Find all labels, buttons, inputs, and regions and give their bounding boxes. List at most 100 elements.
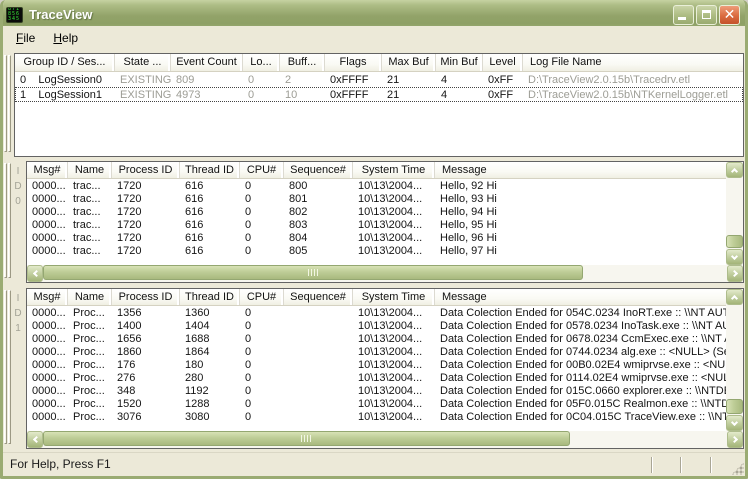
table-row[interactable]: 1 LogSession1EXISTING49730100xFFFF2140xF… bbox=[15, 87, 743, 102]
table-row[interactable]: 0000...trac...1720616080210\13\2004...He… bbox=[27, 205, 726, 218]
sessions-table-header: Group ID / Ses...State ...Event CountLo.… bbox=[15, 54, 743, 72]
horizontal-scrollbar[interactable] bbox=[27, 265, 743, 282]
column-header-max-buf[interactable]: Max Buf bbox=[382, 54, 436, 71]
minimize-icon bbox=[678, 17, 686, 20]
traceview-window: 871 856 345 TraceView ✕ File Help Group … bbox=[0, 0, 748, 479]
app-icon-row: 345 bbox=[8, 17, 22, 22]
thumb-grip-icon bbox=[301, 435, 312, 442]
column-header-flags[interactable]: Flags bbox=[325, 54, 382, 71]
column-header-process-id[interactable]: Process ID bbox=[112, 289, 180, 305]
vertical-scrollbar[interactable] bbox=[726, 162, 743, 265]
table-row[interactable]: 0000...trac...1720616080510\13\2004...He… bbox=[27, 244, 726, 257]
column-header-sequence[interactable]: Sequence# bbox=[284, 162, 353, 178]
table-row[interactable]: 0000...Proc...3481192010\13\2004...Data … bbox=[27, 384, 726, 397]
table-row[interactable]: 0000...Proc...14001404010\13\2004...Data… bbox=[27, 319, 726, 332]
column-header-lo[interactable]: Lo... bbox=[243, 54, 280, 71]
cell-system-time: 10\13\2004... bbox=[353, 180, 435, 192]
cell-system-time: 10\13\2004... bbox=[353, 320, 435, 332]
column-header-log-file-name[interactable]: Log File Name bbox=[523, 54, 743, 71]
caption-char: 1 bbox=[15, 321, 21, 336]
scroll-down-button[interactable] bbox=[726, 415, 743, 431]
column-header-thread-id[interactable]: Thread ID bbox=[180, 162, 240, 178]
table-row[interactable]: 0 LogSession0EXISTING809020xFFFF2140xFFD… bbox=[15, 72, 743, 87]
table-row[interactable]: 0000...Proc...18601864010\13\2004...Data… bbox=[27, 345, 726, 358]
menu-item-help[interactable]: Help bbox=[44, 28, 87, 48]
column-header-system-time[interactable]: System Time bbox=[353, 162, 435, 178]
title-bar[interactable]: 871 856 345 TraceView ✕ bbox=[0, 0, 748, 29]
table-row[interactable]: 0000...Proc...30763080010\13\2004...Data… bbox=[27, 410, 726, 423]
cell-msg: 0000... bbox=[27, 385, 68, 397]
cell-name: Proc... bbox=[68, 307, 112, 319]
table-row[interactable]: 0000...trac...1720616080110\13\2004...He… bbox=[27, 192, 726, 205]
pane-gripper[interactable] bbox=[4, 53, 14, 157]
column-header-system-time[interactable]: System Time bbox=[353, 289, 435, 305]
scroll-left-button[interactable] bbox=[27, 265, 43, 282]
menu-item-file[interactable]: File bbox=[7, 28, 44, 48]
column-header-cpu[interactable]: CPU# bbox=[240, 289, 284, 305]
cell-name: Proc... bbox=[68, 398, 112, 410]
vertical-scroll-track[interactable] bbox=[726, 305, 743, 415]
table-row[interactable]: 0000...Proc...16561688010\13\2004...Data… bbox=[27, 332, 726, 345]
scroll-left-button[interactable] bbox=[27, 431, 43, 448]
vertical-scroll-thumb[interactable] bbox=[726, 235, 743, 248]
horizontal-scroll-track[interactable] bbox=[43, 431, 727, 448]
table-row[interactable]: 0000...trac...1720616080410\13\2004...He… bbox=[27, 231, 726, 244]
column-header-state[interactable]: State ... bbox=[115, 54, 171, 71]
scroll-right-button[interactable] bbox=[727, 431, 743, 448]
cell-msg: 0000... bbox=[27, 193, 68, 205]
vertical-scrollbar[interactable] bbox=[726, 289, 743, 431]
cell-group-id-ses: 0 LogSession0 bbox=[15, 74, 115, 86]
column-header-cpu[interactable]: CPU# bbox=[240, 162, 284, 178]
table-row[interactable]: 0000...Proc...176180010\13\2004...Data C… bbox=[27, 358, 726, 371]
maximize-button[interactable] bbox=[696, 5, 717, 25]
column-header-message[interactable]: Message bbox=[435, 162, 726, 178]
scroll-up-button[interactable] bbox=[726, 289, 743, 305]
vertical-scroll-track[interactable] bbox=[726, 178, 743, 249]
column-header-process-id[interactable]: Process ID bbox=[112, 162, 180, 178]
cell-log-file-name: D:\TraceView2.0.15b\NTKernelLogger.etl bbox=[523, 89, 743, 101]
horizontal-scroll-track[interactable] bbox=[43, 265, 727, 282]
cell-system-time: 10\13\2004... bbox=[353, 333, 435, 345]
cell-message: Data Colection Ended for 0578.0234 InoTa… bbox=[435, 320, 726, 332]
column-header-msg[interactable]: Msg# bbox=[27, 162, 68, 178]
column-header-group-id-ses[interactable]: Group ID / Ses... bbox=[15, 54, 115, 71]
cell-name: trac... bbox=[68, 206, 112, 218]
resize-grip[interactable] bbox=[731, 462, 744, 475]
cell-message: Hello, 92 Hi bbox=[435, 180, 726, 192]
column-header-min-buf[interactable]: Min Buf bbox=[436, 54, 483, 71]
chevron-up-icon bbox=[731, 167, 738, 174]
column-header-event-count[interactable]: Event Count bbox=[171, 54, 243, 71]
cell-name: trac... bbox=[68, 180, 112, 192]
column-header-sequence[interactable]: Sequence# bbox=[284, 289, 353, 305]
column-header-name[interactable]: Name bbox=[68, 162, 112, 178]
scroll-right-button[interactable] bbox=[727, 265, 743, 282]
column-header-thread-id[interactable]: Thread ID bbox=[180, 289, 240, 305]
menu-help-key: H bbox=[53, 31, 62, 45]
scroll-up-button[interactable] bbox=[726, 162, 743, 178]
table-row[interactable]: 0000...Proc...15201288010\13\2004...Data… bbox=[27, 397, 726, 410]
table-row[interactable]: 0000...Proc...276280010\13\2004...Data C… bbox=[27, 371, 726, 384]
column-header-level[interactable]: Level bbox=[483, 54, 523, 71]
vertical-scroll-thumb[interactable] bbox=[726, 399, 743, 414]
table-row[interactable]: 0000...Proc...13561360010\13\2004...Data… bbox=[27, 306, 726, 319]
horizontal-scrollbar[interactable] bbox=[27, 431, 743, 448]
close-button[interactable]: ✕ bbox=[719, 5, 740, 25]
horizontal-scroll-thumb[interactable] bbox=[43, 265, 583, 280]
table-row[interactable]: 0000...trac...1720616080010\13\2004...He… bbox=[27, 179, 726, 192]
cell-msg: 0000... bbox=[27, 320, 68, 332]
minimize-button[interactable] bbox=[673, 5, 694, 25]
cell-system-time: 10\13\2004... bbox=[353, 398, 435, 410]
column-header-buff[interactable]: Buff... bbox=[280, 54, 325, 71]
cell-cpu: 0 bbox=[240, 219, 284, 231]
table-row[interactable]: 0000...trac...1720616080310\13\2004...He… bbox=[27, 218, 726, 231]
cell-cpu: 0 bbox=[240, 346, 284, 358]
pane-gripper[interactable]: ID0 bbox=[4, 161, 26, 283]
cell-system-time: 10\13\2004... bbox=[353, 307, 435, 319]
app-icon: 871 856 345 bbox=[6, 7, 23, 23]
column-header-msg[interactable]: Msg# bbox=[27, 289, 68, 305]
horizontal-scroll-thumb[interactable] bbox=[43, 431, 570, 446]
pane-gripper[interactable]: ID1 bbox=[4, 288, 26, 449]
column-header-name[interactable]: Name bbox=[68, 289, 112, 305]
column-header-message[interactable]: Message bbox=[435, 289, 726, 305]
scroll-down-button[interactable] bbox=[726, 249, 743, 265]
